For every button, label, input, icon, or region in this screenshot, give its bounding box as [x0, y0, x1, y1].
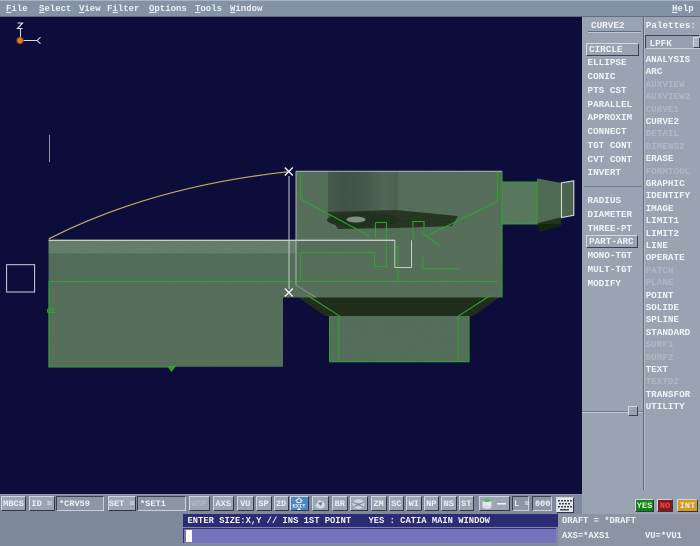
svg-text:dz: dz — [47, 307, 57, 316]
